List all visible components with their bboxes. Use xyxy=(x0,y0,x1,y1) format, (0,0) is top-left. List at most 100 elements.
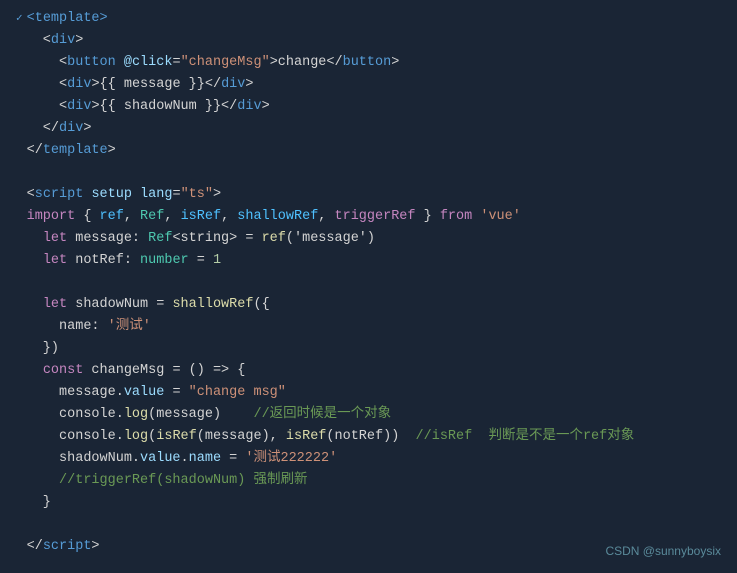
code-token xyxy=(27,473,59,488)
line-content: </div> xyxy=(27,118,721,140)
code-token: button xyxy=(67,55,116,70)
code-token: , xyxy=(124,209,140,224)
arrow-marker xyxy=(16,209,23,227)
code-token: div xyxy=(51,33,75,48)
code-token: (notRef)) xyxy=(326,429,415,444)
code-line: let message: Ref<string> = ref('message'… xyxy=(0,228,737,250)
code-token: @click xyxy=(124,55,173,70)
code-token: (message) xyxy=(148,407,253,422)
code-token: console. xyxy=(27,429,124,444)
line-content: let shadowNum = shallowRef({ xyxy=(27,294,721,316)
code-token: }) xyxy=(27,341,59,356)
code-token: > xyxy=(391,55,399,70)
code-token: div xyxy=(59,121,83,136)
code-token xyxy=(27,231,43,246)
code-token: name: xyxy=(27,319,108,334)
code-token: ('message') xyxy=(286,231,375,246)
arrow-marker xyxy=(16,451,23,469)
code-token xyxy=(132,187,140,202)
code-token: message: xyxy=(67,231,148,246)
arrow-marker xyxy=(16,363,23,381)
code-token: >{{ shadowNum }}</ xyxy=(91,99,237,114)
code-token: > xyxy=(213,187,221,202)
code-token: //返回时候是一个对象 xyxy=(253,407,391,422)
code-editor: ✓<template> <div> <button @click="change… xyxy=(0,0,737,573)
code-token: shallowRef xyxy=(237,209,318,224)
code-token: . xyxy=(181,451,189,466)
code-line: import { ref, Ref, isRef, shallowRef, tr… xyxy=(0,206,737,228)
line-content: <div>{{ shadowNum }}</div> xyxy=(27,96,721,118)
code-token: ref xyxy=(262,231,286,246)
code-line: message.value = "change msg" xyxy=(0,382,737,404)
code-token: div xyxy=(67,99,91,114)
code-token: = xyxy=(164,385,188,400)
code-token: < xyxy=(27,77,68,92)
code-token: > xyxy=(262,99,270,114)
arrow-marker xyxy=(16,319,23,337)
code-token: message. xyxy=(27,385,124,400)
arrow-marker xyxy=(16,539,23,557)
code-token: shallowRef xyxy=(172,297,253,312)
code-token: template xyxy=(43,143,108,158)
code-token: log xyxy=(124,429,148,444)
code-token: script xyxy=(35,187,84,202)
code-line xyxy=(0,514,737,536)
code-token: console. xyxy=(27,407,124,422)
code-token: script xyxy=(43,539,92,554)
code-token: const xyxy=(43,363,84,378)
code-token: value xyxy=(140,451,181,466)
arrow-marker xyxy=(16,143,23,161)
code-token: import xyxy=(27,209,76,224)
code-token: triggerRef xyxy=(335,209,416,224)
code-line: shadowNum.value.name = '测试222222' xyxy=(0,448,737,470)
code-token: < xyxy=(27,55,68,70)
line-content: name: '测试' xyxy=(27,316,721,338)
code-token: = xyxy=(237,231,261,246)
code-line: const changeMsg = () => { xyxy=(0,360,737,382)
code-token xyxy=(27,363,43,378)
code-line: <div>{{ shadowNum }}</div> xyxy=(0,96,737,118)
code-token: from xyxy=(440,209,472,224)
code-line: <script setup lang="ts"> xyxy=(0,184,737,206)
arrow-marker xyxy=(16,231,23,249)
code-token: <template> xyxy=(27,11,108,26)
code-token: ref xyxy=(100,209,124,224)
code-token: = xyxy=(189,253,213,268)
code-line: let shadowNum = shallowRef({ xyxy=(0,294,737,316)
arrow-marker xyxy=(16,99,23,117)
code-token: setup xyxy=(91,187,132,202)
code-token xyxy=(27,297,43,312)
arrow-marker xyxy=(16,473,23,491)
code-token: > xyxy=(83,121,91,136)
code-token: lang xyxy=(140,187,172,202)
arrow-marker xyxy=(16,187,23,205)
code-token: '测试222222' xyxy=(245,451,337,466)
code-token: >change</ xyxy=(270,55,343,70)
code-token: <string> xyxy=(172,231,237,246)
code-token: </ xyxy=(27,121,59,136)
code-token: { xyxy=(75,209,99,224)
line-content: //triggerRef(shadowNum) 强制刷新 xyxy=(27,470,721,492)
line-content: const changeMsg = () => { xyxy=(27,360,721,382)
code-line: console.log(message) //返回时候是一个对象 xyxy=(0,404,737,426)
code-token: 1 xyxy=(213,253,221,268)
code-token: Ref xyxy=(148,231,172,246)
code-token: (message), xyxy=(197,429,286,444)
code-token: div xyxy=(221,77,245,92)
code-line: </template> xyxy=(0,140,737,162)
code-line: //triggerRef(shadowNum) 强制刷新 xyxy=(0,470,737,492)
code-token: </ xyxy=(27,539,43,554)
code-token: , xyxy=(164,209,180,224)
code-token: isRef xyxy=(156,429,197,444)
line-content: let message: Ref<string> = ref('message'… xyxy=(27,228,721,250)
arrow-marker xyxy=(16,33,23,51)
code-token: > xyxy=(108,143,116,158)
line-content: console.log(isRef(message), isRef(notRef… xyxy=(27,426,721,448)
code-token: '测试' xyxy=(108,319,151,334)
line-content: <template> xyxy=(27,8,721,30)
line-content: let notRef: number = 1 xyxy=(27,250,721,272)
line-content: console.log(message) //返回时候是一个对象 xyxy=(27,404,721,426)
code-line: name: '测试' xyxy=(0,316,737,338)
line-content: import { ref, Ref, isRef, shallowRef, tr… xyxy=(27,206,721,228)
arrow-marker xyxy=(16,495,23,513)
